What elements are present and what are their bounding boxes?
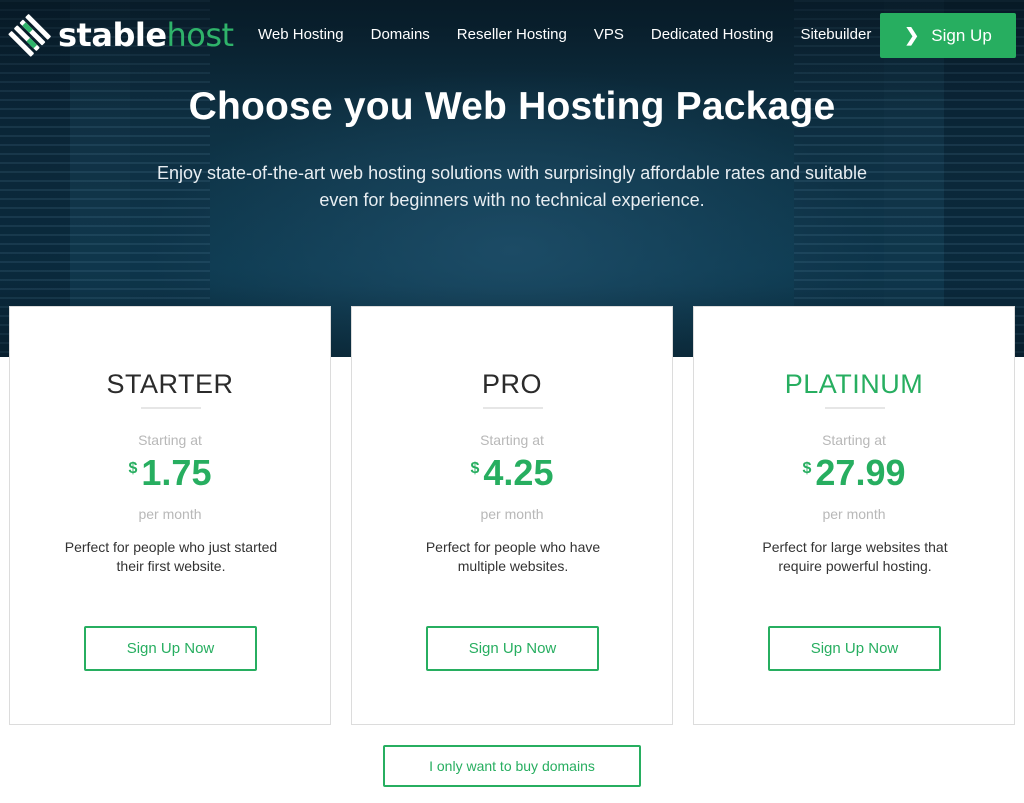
starting-at-label: Starting at — [480, 432, 544, 448]
plan-price: $1.75 — [10, 452, 330, 494]
plan-card-platinum: PLATINUM Starting at $27.99 per month Pe… — [693, 306, 1015, 725]
nav-item-sitebuilder[interactable]: Sitebuilder — [800, 26, 871, 43]
plan-price: $27.99 — [694, 452, 1014, 494]
plan-description: Perfect for people who have multiple web… — [425, 539, 601, 574]
currency-symbol: $ — [470, 460, 480, 477]
price-amount: 4.25 — [483, 452, 554, 493]
signup-button-label: Sign Up — [931, 25, 992, 45]
billing-period: per month — [138, 506, 202, 522]
plan-description: Perfect for people who just started thei… — [64, 539, 278, 574]
plan-description: Perfect for large websites that require … — [762, 539, 948, 574]
plan-name: PLATINUM — [784, 369, 924, 399]
signup-button[interactable]: ❯ Sign Up — [880, 13, 1016, 58]
nav-item-dedicated-hosting[interactable]: Dedicated Hosting — [651, 26, 774, 43]
plan-card-pro: PRO Starting at $4.25 per month Perfect … — [351, 306, 673, 725]
nav-item-vps[interactable]: VPS — [594, 26, 624, 43]
currency-symbol: $ — [128, 460, 138, 477]
hero-subtitle: Enjoy state-of-the-art web hosting solut… — [156, 163, 868, 210]
divider — [141, 407, 201, 409]
starting-at-label: Starting at — [822, 432, 886, 448]
sign-up-now-button[interactable]: Sign Up Now — [84, 626, 257, 671]
stablehost-logo-icon — [8, 14, 51, 57]
currency-symbol: $ — [802, 460, 812, 477]
price-amount: 1.75 — [141, 452, 212, 493]
plan-price: $4.25 — [352, 452, 672, 494]
nav-item-domains[interactable]: Domains — [371, 26, 430, 43]
billing-period: per month — [822, 506, 886, 522]
sign-up-now-button[interactable]: Sign Up Now — [768, 626, 941, 671]
main-nav: Web Hosting Domains Reseller Hosting VPS… — [258, 26, 898, 43]
billing-period: per month — [480, 506, 544, 522]
nav-item-web-hosting[interactable]: Web Hosting — [258, 26, 344, 43]
divider — [483, 407, 543, 409]
chevron-right-icon: ❯ — [904, 25, 920, 45]
logo-wordmark: stablehost — [58, 16, 234, 54]
starting-at-label: Starting at — [138, 432, 202, 448]
site-logo[interactable]: stablehost — [8, 12, 234, 58]
plan-card-starter: STARTER Starting at $1.75 per month Perf… — [9, 306, 331, 725]
plan-name: STARTER — [106, 369, 234, 399]
page-title: Choose you Web Hosting Package — [188, 85, 836, 128]
buy-domains-only-button[interactable]: I only want to buy domains — [383, 745, 641, 787]
plan-name: PRO — [481, 369, 542, 399]
price-amount: 27.99 — [815, 452, 906, 493]
divider — [825, 407, 885, 409]
nav-item-reseller-hosting[interactable]: Reseller Hosting — [457, 26, 567, 43]
sign-up-now-button[interactable]: Sign Up Now — [426, 626, 599, 671]
